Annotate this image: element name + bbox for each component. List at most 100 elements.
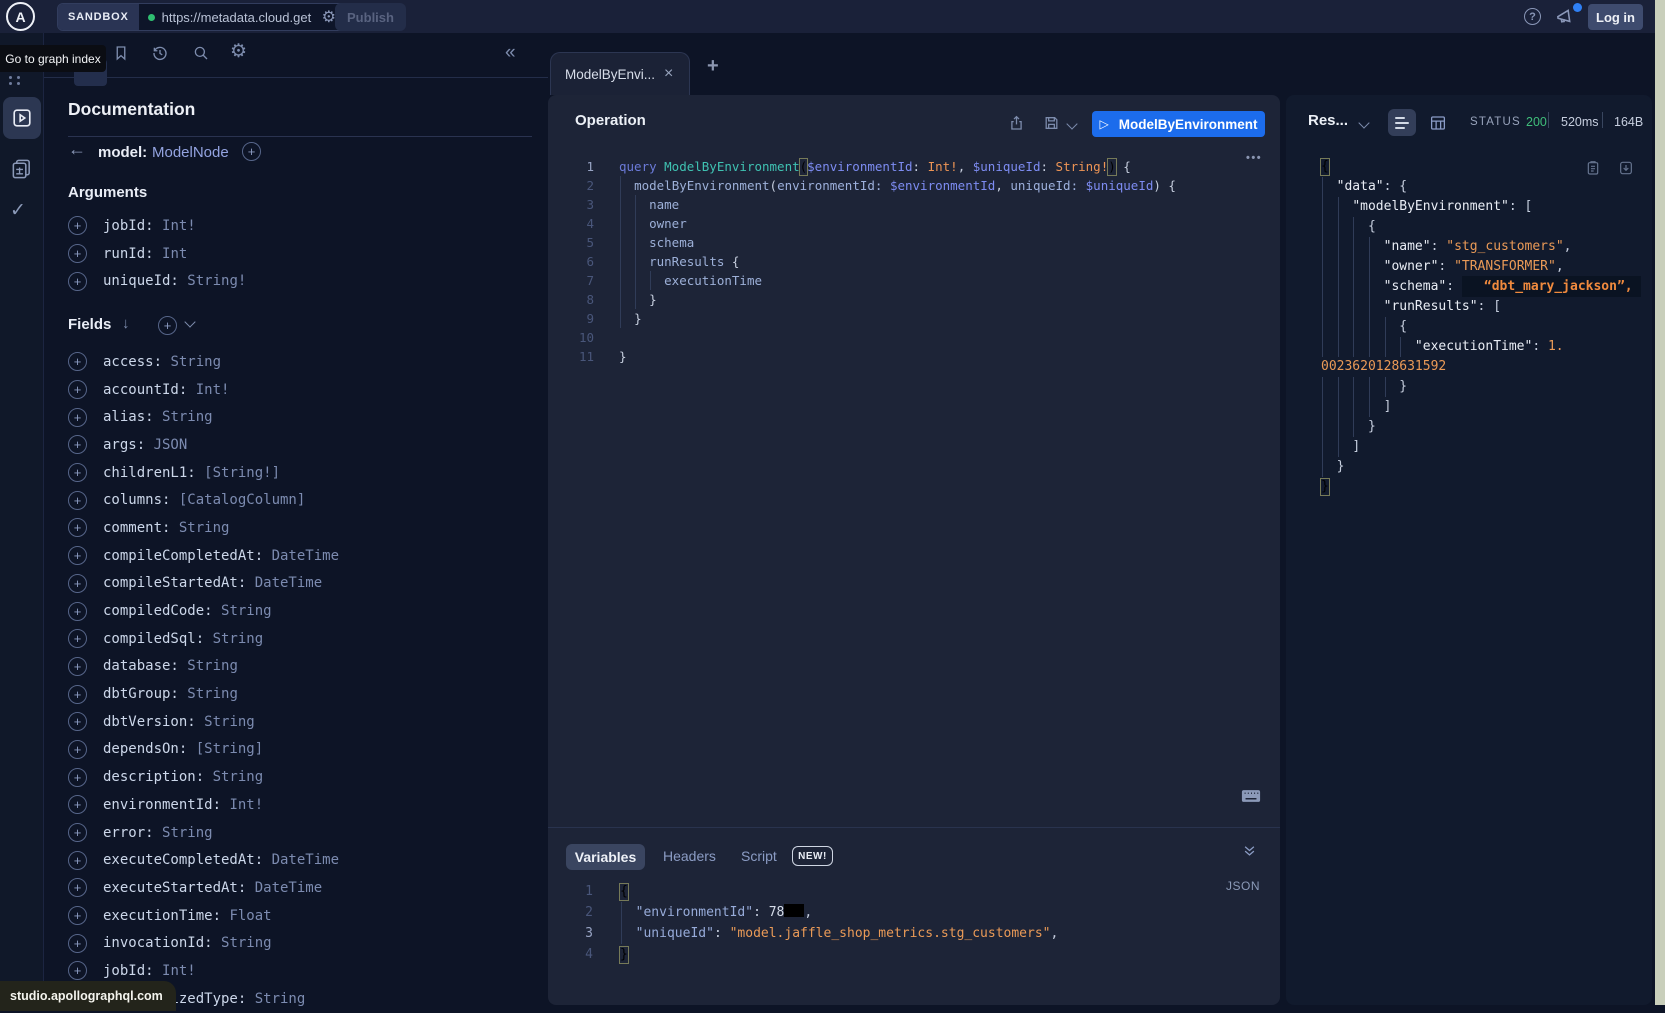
field-name[interactable]: dbtGroup: — [103, 686, 187, 702]
new-tab-button[interactable]: + — [707, 55, 719, 78]
saved-operations-icon[interactable] — [112, 44, 130, 62]
field-name[interactable]: compileStartedAt: — [103, 575, 255, 591]
add-to-query-icon[interactable]: + — [68, 574, 87, 593]
field-type[interactable]: String — [170, 354, 221, 370]
add-to-query-icon[interactable]: + — [68, 740, 87, 759]
editor-menu-icon[interactable]: ••• — [1246, 152, 1262, 164]
add-to-query-icon[interactable]: + — [68, 244, 87, 263]
tab-headers[interactable]: Headers — [663, 848, 716, 864]
apollo-logo[interactable]: A — [6, 2, 35, 31]
operation-tab[interactable]: ModelByEnvi... × — [550, 52, 690, 95]
add-to-query-icon[interactable]: + — [68, 685, 87, 704]
variables-editor[interactable]: 1{2 "environmentId": 78,3 "uniqueId": "m… — [548, 881, 1280, 991]
back-arrow-icon[interactable]: ← — [68, 139, 86, 160]
field-type[interactable]: String — [213, 631, 264, 647]
add-to-query-icon[interactable]: + — [68, 712, 87, 731]
field-name[interactable]: alias: — [103, 409, 162, 425]
field-type[interactable]: DateTime — [272, 852, 339, 868]
tab-variables[interactable]: Variables — [566, 844, 645, 870]
add-to-query-icon[interactable]: + — [68, 216, 87, 235]
tab-script[interactable]: Script — [741, 848, 777, 864]
add-to-query-icon[interactable]: + — [68, 961, 87, 980]
field-type[interactable]: DateTime — [255, 575, 322, 591]
field-type[interactable]: [String!] — [204, 465, 280, 481]
explorer-tab-active[interactable] — [3, 97, 41, 139]
collapse-sidebar-icon[interactable]: « — [505, 42, 516, 64]
table-view-icon[interactable] — [1429, 114, 1447, 132]
add-all-fields-icon[interactable]: + — [242, 142, 261, 161]
field-name[interactable]: compiledCode: — [103, 603, 221, 619]
add-to-query-icon[interactable]: + — [68, 823, 87, 842]
field-name[interactable]: description: — [103, 769, 213, 785]
settings-gear-icon[interactable]: ⚙ — [230, 40, 247, 63]
field-name[interactable]: args: — [103, 437, 154, 453]
field-name[interactable]: columns: — [103, 492, 179, 508]
add-to-query-icon[interactable]: + — [68, 878, 87, 897]
save-icon[interactable] — [1043, 114, 1060, 132]
field-type[interactable]: Int! — [196, 382, 230, 398]
argument-name[interactable]: jobId: — [103, 218, 162, 234]
field-type[interactable]: String — [187, 686, 238, 702]
field-name[interactable]: error: — [103, 825, 162, 841]
argument-type[interactable]: Int — [162, 246, 187, 262]
field-name[interactable]: executionTime: — [103, 908, 229, 924]
field-type[interactable]: Int! — [229, 797, 263, 813]
add-to-query-icon[interactable]: + — [68, 629, 87, 648]
field-name[interactable]: executeStartedAt: — [103, 880, 255, 896]
history-icon[interactable] — [151, 44, 169, 62]
add-to-query-icon[interactable]: + — [68, 352, 87, 371]
field-type[interactable]: Float — [229, 908, 271, 924]
field-type[interactable]: String — [204, 714, 255, 730]
run-operation-button[interactable]: ▷ ModelByEnvironment — [1092, 111, 1265, 137]
add-to-query-icon[interactable]: + — [68, 435, 87, 454]
response-dropdown-chevron-icon[interactable] — [1358, 117, 1369, 128]
field-type[interactable]: String — [213, 769, 264, 785]
argument-name[interactable]: uniqueId: — [103, 273, 187, 289]
add-to-query-icon[interactable]: + — [68, 934, 87, 953]
field-name[interactable]: invocationId: — [103, 935, 221, 951]
add-to-query-icon[interactable]: + — [68, 546, 87, 565]
keyboard-shortcuts-icon[interactable] — [1241, 789, 1261, 803]
add-to-query-icon[interactable]: + — [68, 795, 87, 814]
field-type[interactable]: String — [255, 991, 306, 1007]
help-icon[interactable]: ? — [1524, 8, 1541, 25]
download-response-icon[interactable] — [1618, 159, 1634, 177]
argument-type[interactable]: String! — [187, 273, 246, 289]
argument-type[interactable]: Int! — [162, 218, 196, 234]
search-icon[interactable] — [192, 44, 210, 62]
add-fields-icon[interactable]: + — [158, 316, 177, 335]
field-type[interactable]: String — [221, 935, 272, 951]
login-button[interactable]: Log in — [1588, 4, 1643, 30]
fields-chevron-icon[interactable] — [184, 316, 195, 327]
response-title[interactable]: Res... — [1308, 112, 1348, 129]
checks-icon[interactable]: ✓ — [10, 199, 26, 222]
publish-button[interactable]: Publish — [335, 3, 406, 31]
field-type[interactable]: String — [179, 520, 230, 536]
add-to-query-icon[interactable]: + — [68, 272, 87, 291]
share-icon[interactable] — [1008, 114, 1025, 132]
field-name[interactable]: database: — [103, 658, 187, 674]
add-to-query-icon[interactable]: + — [68, 657, 87, 676]
collapse-variables-icon[interactable] — [1242, 843, 1257, 858]
field-type[interactable]: DateTime — [255, 880, 322, 896]
field-type[interactable]: String — [162, 825, 213, 841]
field-type[interactable]: Int! — [162, 963, 196, 979]
field-name[interactable]: compiledSql: — [103, 631, 213, 647]
add-to-query-icon[interactable]: + — [68, 491, 87, 510]
field-type[interactable]: String — [221, 603, 272, 619]
argument-name[interactable]: runId: — [103, 246, 162, 262]
field-name[interactable]: childrenL1: — [103, 465, 204, 481]
field-type[interactable]: [CatalogColumn] — [179, 492, 305, 508]
add-to-query-icon[interactable]: + — [68, 408, 87, 427]
endpoint-url-input[interactable]: https://metadata.cloud.get ⚙ — [139, 4, 351, 30]
field-name[interactable]: compileCompletedAt: — [103, 548, 272, 564]
add-to-query-icon[interactable]: + — [68, 906, 87, 925]
field-type[interactable]: String — [187, 658, 238, 674]
schema-icon[interactable] — [10, 157, 33, 180]
endpoint-settings-gear-icon[interactable]: ⚙ — [322, 7, 336, 27]
field-name[interactable]: comment: — [103, 520, 179, 536]
copy-response-icon[interactable] — [1585, 159, 1601, 177]
field-name[interactable]: executeCompletedAt: — [103, 852, 272, 868]
operation-editor[interactable]: 1query ModelByEnvironment($environmentId… — [548, 157, 1280, 817]
field-name[interactable]: dbtVersion: — [103, 714, 204, 730]
